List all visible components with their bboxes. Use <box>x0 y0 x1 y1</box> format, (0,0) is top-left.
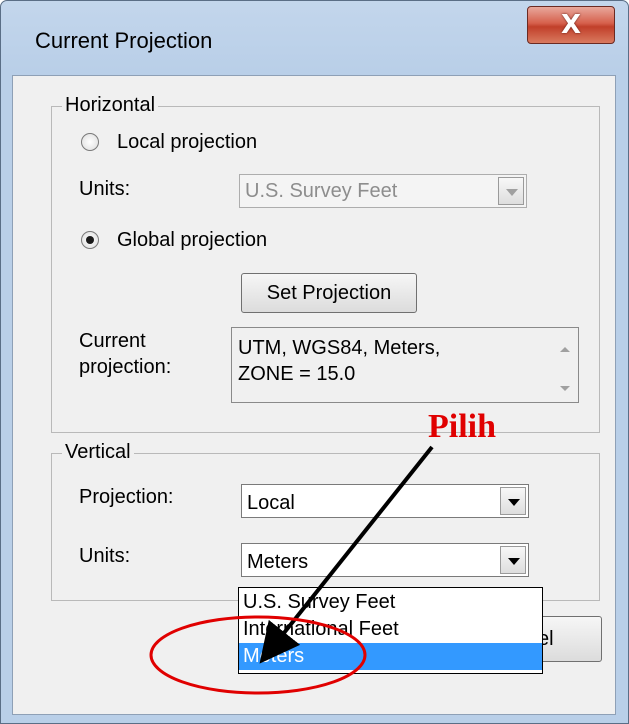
set-projection-button[interactable]: Set Projection <box>241 273 417 313</box>
dropdown-option[interactable]: International Feet <box>239 616 542 643</box>
vertical-group-title: Vertical <box>62 441 134 464</box>
vertical-units-select[interactable]: Meters <box>241 543 529 577</box>
dropdown-option[interactable]: U.S. Survey Feet <box>239 589 542 616</box>
scroll-down-icon[interactable] <box>560 386 570 391</box>
local-projection-radio[interactable] <box>81 133 99 151</box>
chevron-down-icon[interactable] <box>500 546 526 574</box>
horizontal-units-select: U.S. Survey Feet <box>239 174 527 208</box>
current-projection-label-line1: Current <box>79 330 146 352</box>
current-projection-text-line1: UTM, WGS84, Meters, <box>238 337 441 359</box>
chevron-down-icon[interactable] <box>500 487 526 515</box>
chevron-down-icon <box>498 177 524 205</box>
current-projection-textbox: UTM, WGS84, Meters, ZONE = 15.0 <box>231 327 579 403</box>
horizontal-units-value: U.S. Survey Feet <box>245 180 398 202</box>
dialog-window: Current Projection X Horizontal Local pr… <box>0 0 629 724</box>
global-projection-label[interactable]: Global projection <box>117 228 267 253</box>
title-bar[interactable]: Current Projection X <box>1 1 628 79</box>
current-projection-text-line2: ZONE = 15.0 <box>238 363 356 385</box>
vertical-units-label: Units: <box>79 545 131 567</box>
close-button[interactable]: X <box>527 6 615 44</box>
annotation-label: Pilih <box>428 408 497 445</box>
dropdown-option-selected[interactable]: Meters <box>239 643 542 670</box>
scroll-up-icon[interactable] <box>560 347 570 352</box>
vertical-units-dropdown-list[interactable]: U.S. Survey Feet International Feet Mete… <box>238 587 543 674</box>
horizontal-group-title: Horizontal <box>62 94 159 117</box>
close-icon: X <box>560 10 582 40</box>
current-projection-label-line2: projection: <box>79 356 172 378</box>
window-title: Current Projection <box>35 28 213 53</box>
vertical-projection-label: Projection: <box>79 486 174 508</box>
vertical-units-value: Meters <box>247 551 309 573</box>
local-projection-label[interactable]: Local projection <box>117 130 257 155</box>
textbox-scrollbar[interactable] <box>553 329 577 401</box>
global-projection-radio[interactable] <box>81 231 99 249</box>
vertical-group: Vertical <box>51 441 600 601</box>
vertical-projection-select[interactable]: Local <box>241 484 529 518</box>
dialog-client-area: Horizontal Local projection Units: U.S. … <box>12 75 616 715</box>
vertical-projection-value: Local <box>247 492 295 514</box>
horizontal-units-label: Units: <box>79 178 131 200</box>
